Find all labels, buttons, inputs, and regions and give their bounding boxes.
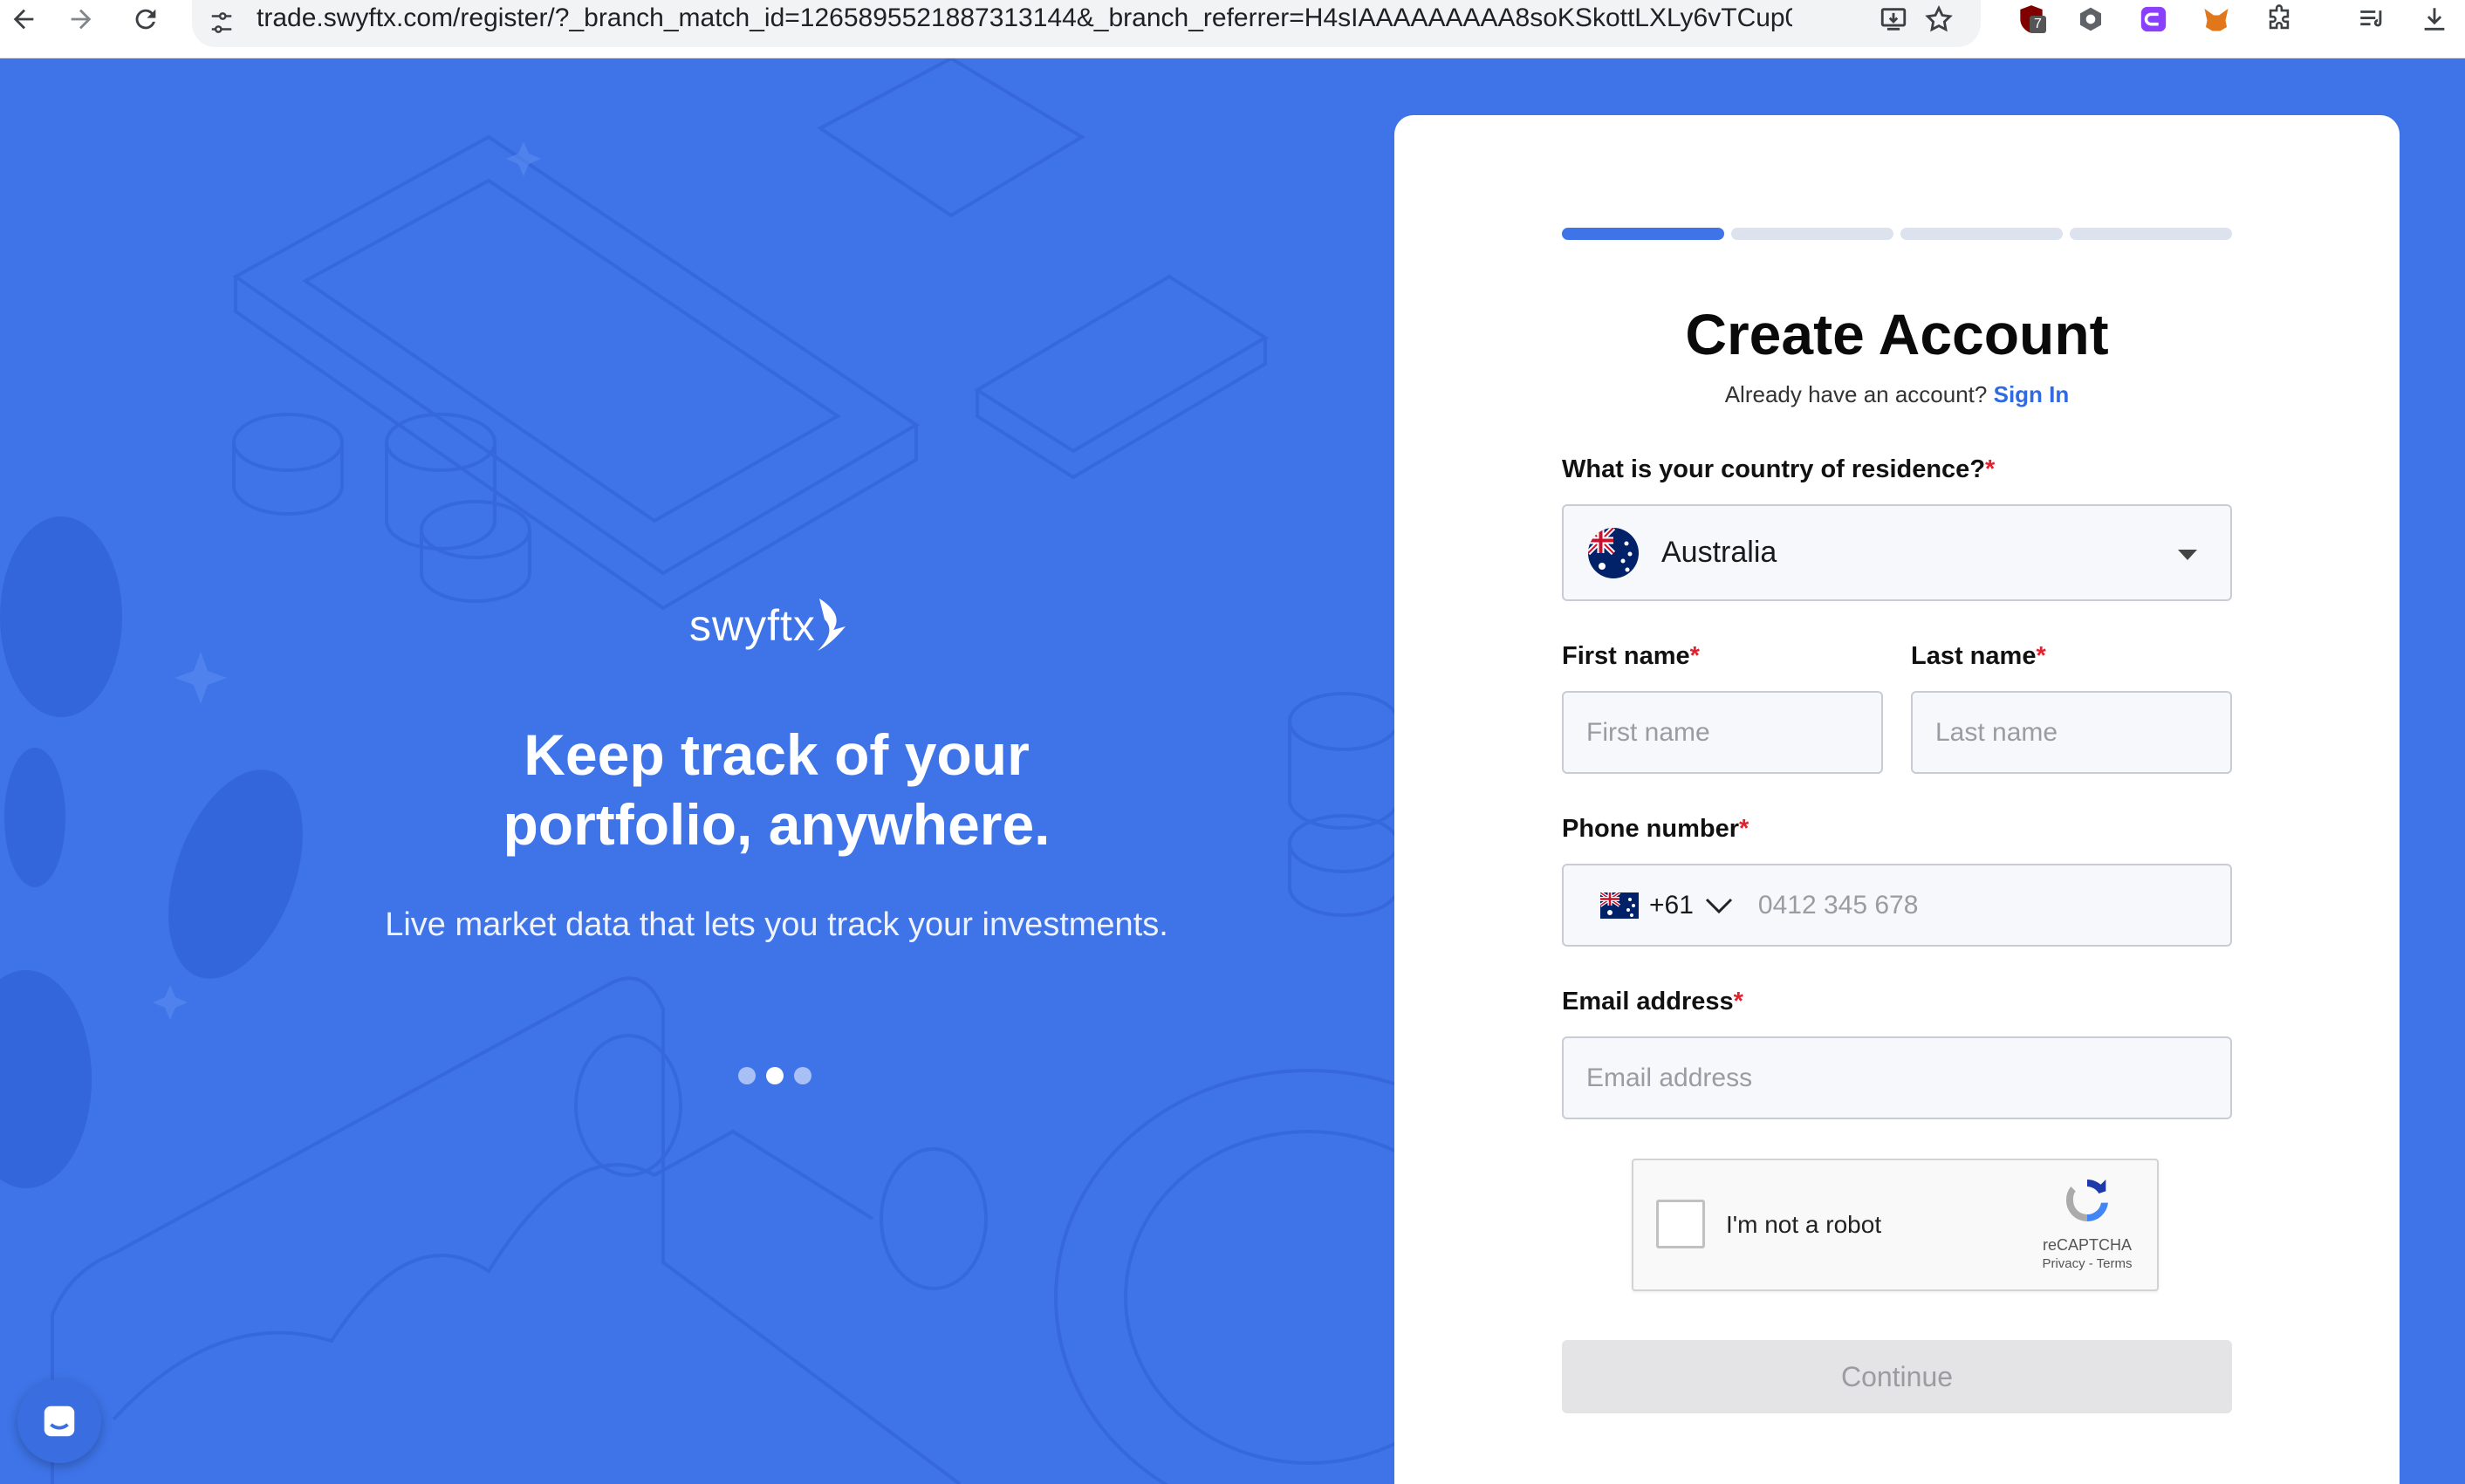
recaptcha-brand: reCAPTCHA [2042,1236,2132,1254]
reload-icon[interactable] [122,0,169,38]
first-name-input[interactable] [1564,693,1881,772]
hero-title-line-2: portfolio, anywhere. [503,792,1051,857]
recaptcha-icon [2065,1180,2108,1222]
progress-step-2 [1731,228,1893,240]
phone-field[interactable]: +61 [1562,864,2232,947]
phone-label: Phone number* [1562,815,1749,844]
recaptcha-logo: reCAPTCHA Privacy - Terms [2035,1173,2140,1271]
recaptcha-widget: I'm not a robot reCAPTCHA Privacy - Term… [1632,1159,2159,1291]
email-label-text: Email address [1562,988,1734,1016]
reading-list-icon[interactable] [2352,0,2391,38]
hero-title-line-1: Keep track of your [524,722,1030,787]
swyftx-logo: swyftx [689,591,847,660]
extension-icon[interactable] [2134,0,2173,38]
phone-label-text: Phone number [1562,815,1740,843]
email-input[interactable] [1564,1038,2230,1118]
star-icon[interactable] [1921,2,1956,37]
last-name-label-text: Last name [1911,642,2037,670]
email-label: Email address* [1562,988,1743,1016]
progress-step-1 [1562,228,1724,240]
required-mark: * [1689,642,1700,670]
carousel-dot[interactable] [794,1067,811,1084]
hero-panel: swyftx Keep track of your portfolio, any… [0,58,1394,1484]
browser-toolbar: trade.swyftx.com/register/?_branch_match… [0,0,2465,58]
chat-button[interactable] [17,1379,101,1463]
swift-bird-icon [817,598,846,651]
progress-steps [1562,228,2232,240]
url-text[interactable]: trade.swyftx.com/register/?_branch_match… [257,3,1792,33]
last-name-input[interactable] [1913,693,2230,772]
progress-step-4 [2070,228,2232,240]
country-select[interactable]: Australia [1562,504,2232,601]
dropdown-caret-icon [2178,550,2197,560]
recaptcha-label: I'm not a robot [1726,1211,1882,1238]
extension-icon[interactable] [2071,0,2110,38]
australia-flag-icon [1600,892,1639,919]
forward-arrow-icon[interactable] [58,0,105,38]
progress-step-3 [1900,228,2063,240]
country-value: Australia [1661,536,1777,569]
signin-link[interactable]: Sign In [1994,381,2070,407]
address-bar[interactable]: trade.swyftx.com/register/?_branch_match… [192,0,1981,47]
phone-country-code-select[interactable]: +61 [1600,891,1734,920]
puzzle-icon[interactable] [2260,0,2298,38]
download-icon[interactable] [2415,0,2454,38]
carousel-dot-active[interactable] [766,1067,784,1084]
country-label: What is your country of residence?* [1562,455,1995,484]
country-label-text: What is your country of residence? [1562,455,1986,483]
required-mark: * [1733,988,1743,1016]
signin-prompt-text: Already have an account? [1724,381,1988,407]
install-icon[interactable] [1876,2,1911,37]
recaptcha-checkbox[interactable] [1656,1200,1705,1248]
signin-prompt: Already have an account? Sign In [1562,381,2232,408]
extension-icon[interactable] [2197,0,2236,38]
chevron-down-icon [1705,898,1732,913]
page-title: Create Account [1685,302,2109,366]
chat-icon [44,1405,75,1437]
phone-input[interactable] [1733,865,2230,945]
required-mark: * [1985,455,1996,483]
back-arrow-icon[interactable] [0,0,47,38]
hero-title: Keep track of your portfolio, anywhere. [253,720,1300,859]
ublock-icon[interactable]: 7 [2012,0,2051,38]
last-name-field[interactable] [1911,691,2232,774]
required-mark: * [2036,642,2046,670]
logo-text: swyftx [689,601,816,650]
continue-button[interactable]: Continue [1562,1340,2232,1413]
phone-prefix: +61 [1649,890,1694,920]
carousel-dots [738,1067,811,1084]
recaptcha-links[interactable]: Privacy - Terms [2035,1256,2140,1271]
australia-flag-icon [1588,527,1639,578]
last-name-label: Last name* [1911,642,2046,671]
hero-subtitle: Live market data that lets you track you… [385,906,1168,943]
first-name-label-text: First name [1562,642,1690,670]
first-name-field[interactable] [1562,691,1883,774]
required-mark: * [1739,815,1749,843]
email-field[interactable] [1562,1036,2232,1119]
tune-icon[interactable] [206,7,237,38]
extension-badge: 7 [2030,16,2046,33]
first-name-label: First name* [1562,642,1700,671]
carousel-dot[interactable] [738,1067,756,1084]
